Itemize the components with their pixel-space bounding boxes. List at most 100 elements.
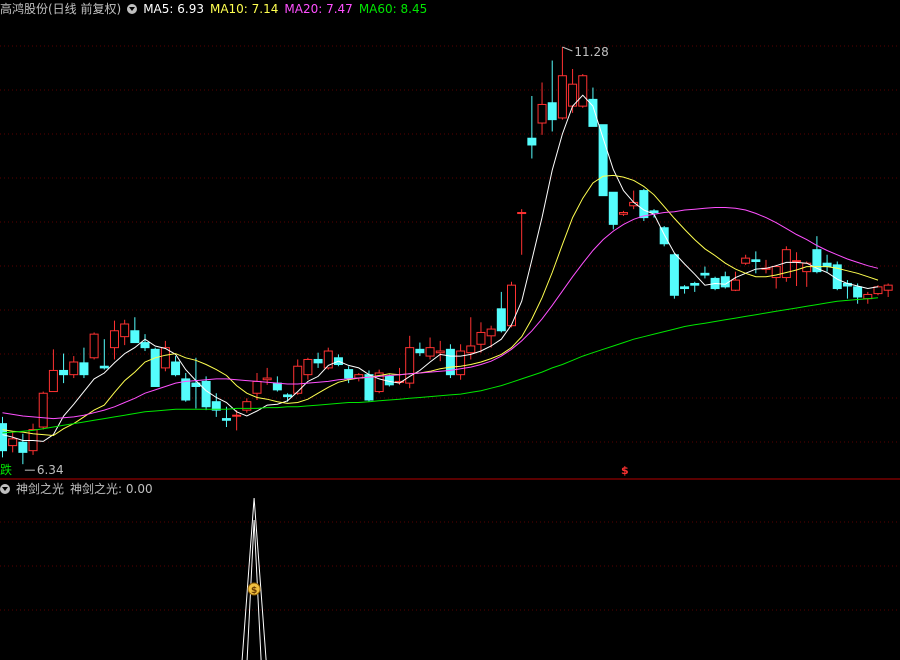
candle-body <box>873 286 883 295</box>
chevron-down-icon[interactable] <box>0 484 10 494</box>
candle <box>242 398 252 413</box>
candle <box>547 60 557 132</box>
candle <box>842 280 852 299</box>
candle <box>28 423 38 455</box>
candle <box>883 283 893 297</box>
candle-body <box>272 382 282 391</box>
stock-title[interactable]: 高鸿股份(日线 前复权) <box>0 2 121 16</box>
candle-body <box>883 284 893 291</box>
candle-body <box>700 272 710 276</box>
candle <box>435 340 445 362</box>
candle-body <box>741 257 751 264</box>
candle <box>354 372 364 382</box>
candle <box>557 47 567 120</box>
candle-body <box>89 333 99 359</box>
candle-body <box>313 358 323 364</box>
candle-body <box>680 286 690 290</box>
ma-line-ma5 <box>2 94 879 442</box>
main-chart-legend: 高鸿股份(日线 前复权) MA5: 6.93 MA10: 7.14 MA20: 7.4… <box>0 0 433 18</box>
candle-body <box>537 103 547 124</box>
candle-body <box>171 361 181 376</box>
candle-body <box>0 423 7 452</box>
candle-body <box>109 330 119 349</box>
candle-body <box>649 210 659 214</box>
candle <box>507 281 516 328</box>
candle-body <box>69 361 79 376</box>
candle-body <box>476 331 486 345</box>
candle <box>303 357 313 380</box>
candle-body <box>221 418 231 421</box>
candle-body <box>48 369 58 393</box>
candle-body <box>466 345 476 354</box>
candle <box>201 376 211 411</box>
candle <box>333 354 343 367</box>
candle-body <box>99 365 109 369</box>
candle-body <box>720 276 730 288</box>
candle <box>527 96 537 159</box>
candle-body <box>618 212 628 215</box>
candle-body <box>435 350 445 354</box>
candle-body <box>608 191 618 225</box>
candle <box>313 352 323 368</box>
candle <box>598 124 608 197</box>
candle <box>517 209 527 255</box>
candle-body <box>425 347 435 357</box>
chart-canvas[interactable]: 11.28 6.34 跌 $ $ <box>0 0 900 660</box>
candle <box>720 271 730 289</box>
indicator-value: 神剑之光: 0.00 <box>70 482 153 496</box>
candle <box>863 291 873 304</box>
candle <box>680 285 690 294</box>
candle-body <box>792 260 802 263</box>
indicator-title[interactable]: 神剑之光 <box>16 482 64 496</box>
candle-body <box>8 438 18 447</box>
low-price-label: 6.34 <box>37 463 64 477</box>
candle <box>690 281 700 292</box>
candle <box>456 344 466 380</box>
high-pointer <box>562 46 573 52</box>
candle <box>832 261 842 291</box>
chevron-down-icon[interactable] <box>127 4 138 14</box>
candle-body <box>659 227 669 245</box>
candle <box>272 376 282 392</box>
candle <box>700 266 710 279</box>
candle-body <box>486 328 496 337</box>
candle-body <box>38 392 48 428</box>
candle <box>771 264 781 289</box>
candle <box>822 254 832 272</box>
candle-body <box>690 282 700 286</box>
candle-body <box>456 350 466 376</box>
candle <box>38 391 48 430</box>
candle <box>181 372 191 402</box>
candle <box>415 342 425 357</box>
candle-body <box>496 308 506 332</box>
candle-body <box>730 279 740 291</box>
candle-body <box>415 348 425 354</box>
candle <box>130 317 140 344</box>
candle-body <box>232 414 242 417</box>
candle-body <box>59 369 69 376</box>
candle <box>69 356 79 379</box>
candle-body <box>120 323 130 338</box>
candle-body <box>639 190 649 219</box>
ma10-label: MA10: 7.14 <box>209 2 279 16</box>
candle <box>496 291 506 333</box>
candle-body <box>283 394 293 398</box>
candle-body <box>140 342 150 349</box>
candle <box>374 369 384 394</box>
ma60-label: MA60: 8.45 <box>358 2 428 16</box>
candle-body <box>18 441 28 453</box>
candle-body <box>79 362 89 376</box>
candle-body <box>822 262 832 268</box>
candle <box>781 246 791 282</box>
ma20-label: MA20: 7.47 <box>284 2 353 16</box>
candle <box>323 347 333 370</box>
candle <box>0 416 7 458</box>
indicator-legend: 神剑之光 神剑之光: 0.00 <box>0 480 159 498</box>
candle-body <box>507 284 516 327</box>
candle <box>873 285 883 296</box>
candle <box>578 74 588 108</box>
signal-marker: $ <box>621 464 629 477</box>
stock-chart-window: 11.28 6.34 跌 $ $ 高鸿股份(日线 前复权) MA5: 6.93 MA10: … <box>0 0 900 660</box>
candle-body <box>364 374 374 401</box>
candle <box>405 335 415 389</box>
